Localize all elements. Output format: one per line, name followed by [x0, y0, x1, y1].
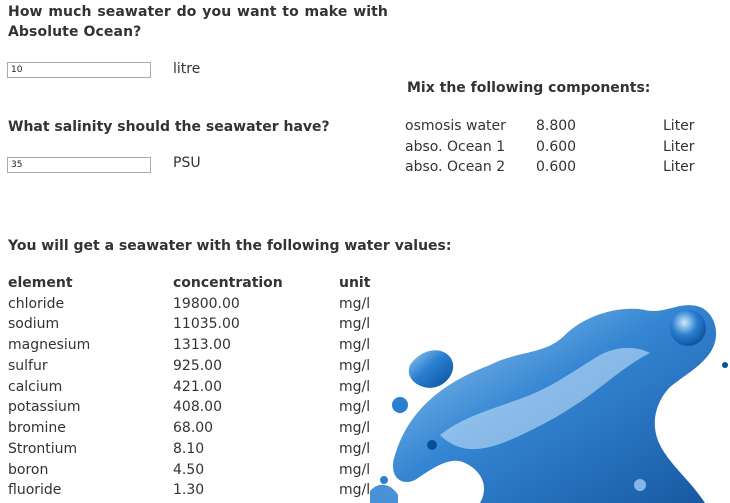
table-row: fluoride 1.30 mg/l	[8, 482, 388, 503]
mix-row: abso. Ocean 2 0.600 Liter	[405, 159, 705, 180]
element-name: magnesium	[8, 337, 91, 353]
element-concentration: 925.00	[173, 357, 222, 374]
element-unit: mg/l	[339, 399, 371, 416]
header-concentration: concentration	[173, 275, 283, 291]
table-row: potassium 408.00 mg/l	[8, 399, 388, 420]
element-name: Strontium	[8, 440, 78, 457]
mix-title: Mix the following components:	[407, 80, 651, 96]
element-unit: mg/l	[339, 440, 371, 457]
element-concentration: 1.30	[173, 482, 205, 499]
table-row: Strontium 8.10 mg/l	[8, 441, 388, 462]
element-unit: mg/l	[339, 461, 371, 478]
element-unit: mg/l	[339, 337, 371, 353]
element-concentration: 8.10	[173, 440, 205, 457]
element-unit: mg/l	[339, 316, 371, 333]
header-element: element	[8, 275, 73, 291]
header-unit: unit	[339, 275, 371, 291]
element-name: bromine	[8, 420, 66, 436]
mix-component-unit: Liter	[663, 159, 695, 175]
element-name: sulfur	[8, 357, 48, 374]
table-row: sulfur 925.00 mg/l	[8, 358, 388, 379]
table-row: bromine 68.00 mg/l	[8, 420, 388, 441]
salinity-unit-label: PSU	[173, 155, 201, 171]
mix-component-name: abso. Ocean 1	[405, 138, 506, 155]
element-unit: mg/l	[339, 295, 371, 312]
result-title: You will get a seawater with the followi…	[8, 238, 452, 254]
element-concentration: 19800.00	[173, 295, 240, 312]
table-row: chloride 19800.00 mg/l	[8, 296, 388, 317]
element-concentration: 4.50	[173, 461, 205, 478]
element-unit: mg/l	[339, 482, 371, 499]
element-concentration: 1313.00	[173, 337, 231, 353]
element-name: sodium	[8, 316, 60, 333]
volume-input[interactable]	[7, 62, 151, 78]
element-unit: mg/l	[339, 378, 371, 395]
mix-component-amount: 0.600	[536, 159, 577, 175]
table-row: magnesium 1313.00 mg/l	[8, 337, 388, 358]
table-row: calcium 421.00 mg/l	[8, 379, 388, 400]
mix-component-name: osmosis water	[405, 118, 506, 134]
mix-component-unit: Liter	[663, 118, 695, 134]
volume-question: How much seawater do you want to make wi…	[8, 4, 388, 40]
element-unit: mg/l	[339, 357, 371, 374]
table-row: sodium 11035.00 mg/l	[8, 316, 388, 337]
element-name: potassium	[8, 399, 81, 416]
table-row: boron 4.50 mg/l	[8, 462, 388, 483]
table-header: element concentration unit	[8, 275, 388, 296]
mix-component-amount: 0.600	[536, 138, 577, 155]
element-unit: mg/l	[339, 420, 371, 436]
mix-component-amount: 8.800	[536, 118, 577, 134]
element-concentration: 408.00	[173, 399, 222, 416]
mix-row: osmosis water 8.800 Liter	[405, 118, 705, 139]
element-name: chloride	[8, 295, 65, 312]
element-name: calcium	[8, 378, 63, 395]
salinity-input[interactable]	[7, 157, 151, 173]
water-splash-image	[370, 305, 728, 503]
element-concentration: 68.00	[173, 420, 214, 436]
salinity-question: What salinity should the seawater have?	[8, 119, 330, 135]
element-concentration: 421.00	[173, 378, 222, 395]
volume-unit-label: litre	[173, 61, 201, 77]
water-values-table: element concentration unit chloride 1980…	[8, 275, 388, 503]
element-name: boron	[8, 461, 49, 478]
mix-row: abso. Ocean 1 0.600 Liter	[405, 139, 705, 160]
mix-table: osmosis water 8.800 Liter abso. Ocean 1 …	[405, 118, 705, 180]
element-name: fluoride	[8, 482, 62, 499]
element-concentration: 11035.00	[173, 316, 240, 333]
mix-component-unit: Liter	[663, 138, 695, 155]
mix-component-name: abso. Ocean 2	[405, 159, 506, 175]
